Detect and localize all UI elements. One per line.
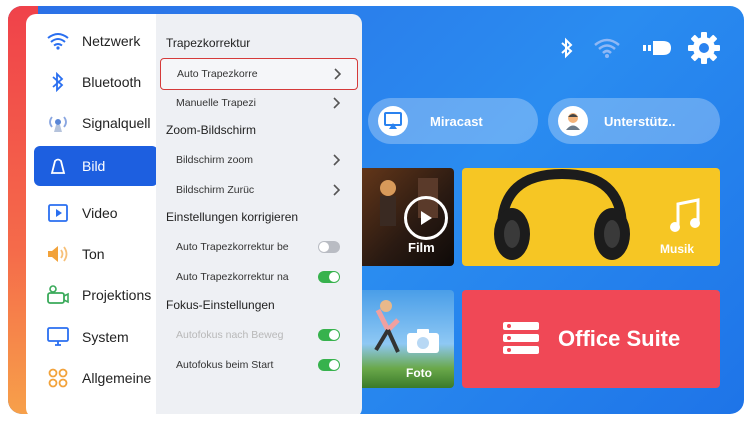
menu-item-signalquelle[interactable]: Signalquell [34,104,158,142]
signal-source-icon [46,111,70,135]
row-bildschirm-zoom[interactable]: Bildschirm zoom [160,145,356,175]
row-bildschirm-zuruecksetzen[interactable]: Bildschirm Zurüc [160,175,356,205]
toggle-switch[interactable] [318,359,340,371]
wifi-icon [46,29,70,53]
row-label: Manuelle Trapezi [176,97,256,109]
video-icon [46,201,70,225]
menu-item-video[interactable]: Video [34,194,158,232]
menu-item-allgemeine[interactable]: Allgemeine [34,359,158,397]
menu-label: Netzwerk [82,33,141,49]
row-label: Auto Trapezkorrektur be [176,241,289,253]
settings-gear-icon[interactable] [686,30,722,66]
film-tile[interactable]: Film [348,168,454,266]
support-label: Unterstütz.. [604,113,676,129]
menu-item-bild[interactable]: Bild [34,146,158,186]
menu-label: Video [82,205,118,221]
chevron-right-icon [333,184,340,196]
wifi-icon[interactable] [592,36,622,60]
office-suite-icon [502,320,540,361]
row-label: Auto Trapezkorrektur na [176,271,289,283]
toggle-switch[interactable] [318,329,340,341]
row-label: Autofokus nach Beweg [176,329,284,341]
section-einstellungen-korrigieren: Einstellungen korrigieren [166,210,299,224]
miracast-pill[interactable]: Miracast [368,98,538,144]
musik-label: Musik [660,242,695,256]
menu-label: Bild [82,158,106,174]
toggle-switch[interactable] [318,241,340,253]
bluetooth-icon[interactable] [556,36,578,60]
picture-icon [46,154,70,178]
menu-label: Allgemeine [82,370,152,386]
general-grid-icon [46,366,70,390]
bild-submenu: Trapezkorrektur Auto Trapezkorre Manuell… [156,14,362,414]
monitor-icon [46,325,70,349]
support-pill[interactable]: Unterstütz.. [548,98,720,144]
row-auto-trapezkorrektur[interactable]: Auto Trapezkorre [160,58,358,90]
bluetooth-icon [46,70,70,94]
menu-label: System [82,329,129,345]
menu-item-bluetooth[interactable]: Bluetooth [34,63,158,101]
row-auto-trapezkorrektur-nach-bewegung[interactable]: Auto Trapezkorrektur na [160,262,356,292]
row-label: Autofokus beim Start [176,359,274,371]
menu-label: Projektions [82,287,152,303]
camera-icon [406,328,440,359]
support-avatar-icon [558,106,588,136]
row-label: Auto Trapezkorre [177,68,258,80]
row-label: Bildschirm Zurüc [176,184,255,196]
miracast-label: Miracast [430,113,483,129]
settings-menu: Netzwerk Bluetooth Signalquell Bild Vide… [26,14,164,414]
menu-item-projektion[interactable]: Projektions [34,276,158,314]
chevron-right-icon [333,97,340,109]
menu-label: Signalquell [82,115,151,131]
menu-label: Bluetooth [82,74,142,90]
section-trapezkorrektur: Trapezkorrektur [166,36,251,50]
projection-icon [46,283,70,307]
musik-tile[interactable]: Musik [462,168,720,266]
foto-label: Foto [406,366,432,380]
menu-item-netzwerk[interactable]: Netzwerk [34,22,158,60]
row-autofokus-nach-bewegung[interactable]: Autofokus nach Beweg [160,320,356,350]
chevron-right-icon [334,68,341,80]
film-label: Film [408,240,435,255]
section-zoom-bildschirm: Zoom-Bildschirm [166,123,257,137]
row-auto-trapezkorrektur-beim-start[interactable]: Auto Trapezkorrektur be [160,232,356,262]
play-icon [404,196,448,240]
office-suite-label: Office Suite [558,326,681,351]
office-suite-tile[interactable]: Office Suite [462,290,720,388]
launcher-screen: Miracast Unterstütz.. Film Musik Foto Of… [8,6,744,414]
miracast-icon [378,106,408,136]
menu-item-ton[interactable]: Ton [34,235,158,273]
toggle-switch[interactable] [318,271,340,283]
chevron-right-icon [333,154,340,166]
foto-tile[interactable]: Foto [348,290,454,388]
row-autofokus-beim-start[interactable]: Autofokus beim Start [160,350,356,380]
menu-label: Ton [82,246,105,262]
projector-light-icon[interactable] [640,36,674,60]
music-notes-icon [668,196,704,241]
row-label: Bildschirm zoom [176,154,254,166]
section-fokus-einstellungen: Fokus-Einstellungen [166,298,275,312]
speaker-icon [46,242,70,266]
row-manuelle-trapezkorrektur[interactable]: Manuelle Trapezi [160,88,356,118]
menu-item-system[interactable]: System [34,318,158,356]
